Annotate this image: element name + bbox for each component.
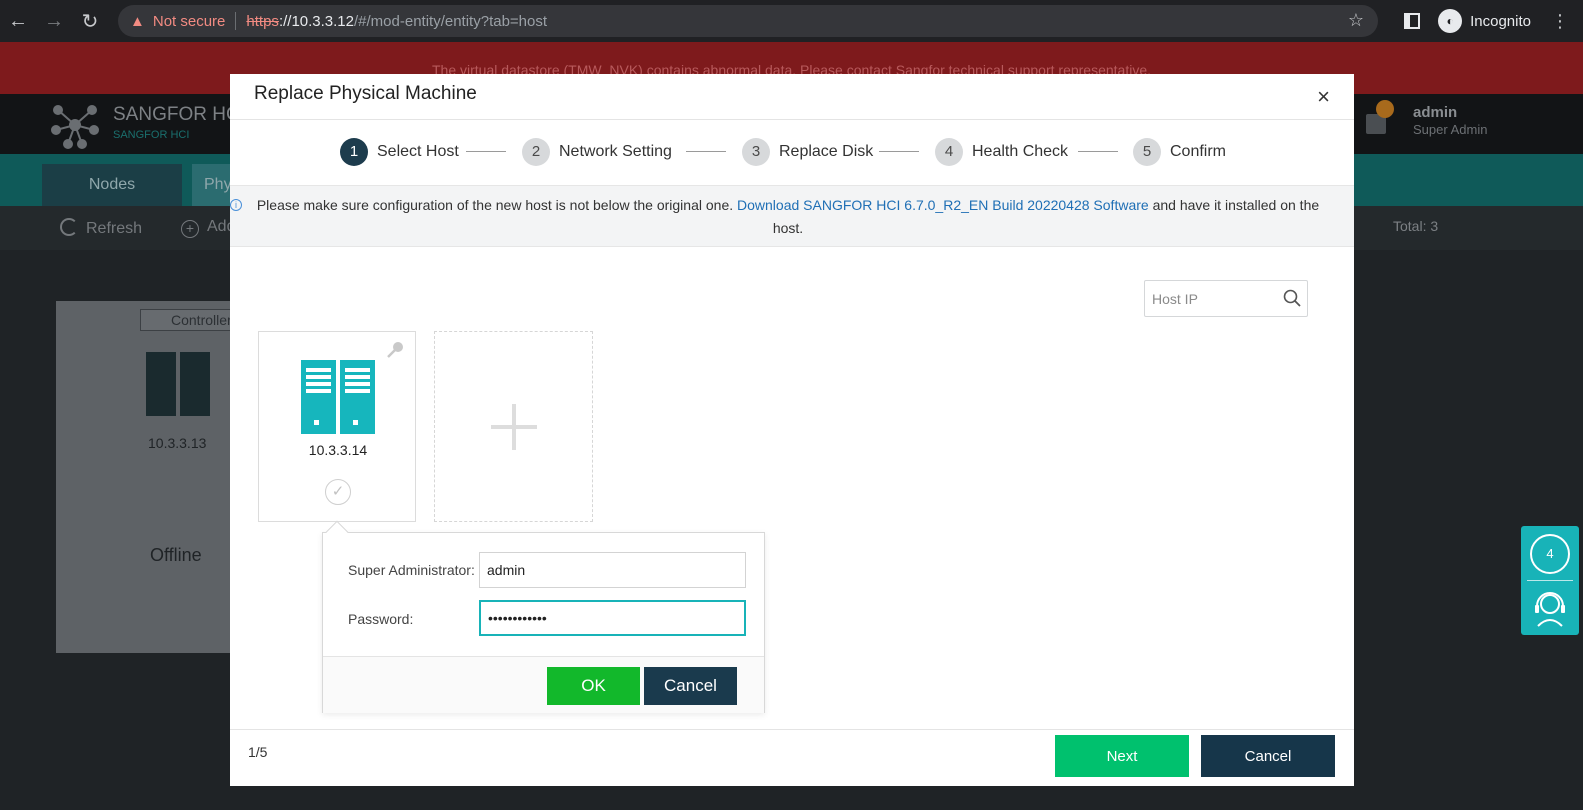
step-confirm: 5 Confirm	[1133, 138, 1226, 166]
address-bar[interactable]: ▲ Not secure https ://10.3.3.12 /#/mod-e…	[118, 5, 1378, 37]
sangfor-logo-icon	[51, 105, 99, 149]
step-label: Select Host	[377, 143, 459, 160]
popover-arrow	[325, 520, 349, 544]
tab-nodes[interactable]: Nodes	[42, 164, 182, 206]
browser-toolbar: ← → ↻ ▲ Not secure https ://10.3.3.12 /#…	[0, 0, 1583, 42]
refresh-icon	[60, 218, 78, 236]
floating-help-widget: 4	[1521, 526, 1579, 635]
security-label[interactable]: Not secure	[153, 13, 226, 30]
brand-subtitle: SANGFOR HCI	[113, 129, 190, 141]
user-name[interactable]: admin	[1413, 104, 1457, 121]
step-connector	[1078, 151, 1118, 152]
step-select-host: 1 Select Host	[340, 138, 459, 166]
node-status: Offline	[150, 545, 202, 565]
host-login-popover: Super Administrator: Password: OK Cancel	[322, 520, 765, 713]
add-icon: +	[181, 220, 199, 238]
node-ip: 10.3.3.13	[148, 435, 207, 451]
server-icon	[301, 360, 375, 434]
divider	[235, 12, 237, 30]
super-admin-label: Super Administrator:	[348, 562, 475, 578]
key-icon	[387, 342, 403, 358]
step-number: 4	[935, 138, 963, 166]
host-ip-search-input[interactable]	[1145, 281, 1275, 316]
step-number: 1	[340, 138, 368, 166]
task-count-badge[interactable]: 4	[1530, 534, 1570, 574]
page-indicator: 1/5	[248, 744, 268, 760]
dialog-footer: 1/5 Next Cancel	[230, 729, 1354, 786]
close-icon[interactable]: ×	[1317, 84, 1330, 110]
brand-name: SANGFOR HC	[113, 104, 240, 125]
support-agent-icon[interactable]	[1530, 588, 1570, 628]
incognito-icon: ◐	[1438, 9, 1463, 33]
step-connector	[686, 151, 726, 152]
step-replace-disk: 3 Replace Disk	[742, 138, 873, 166]
step-connector	[879, 151, 919, 152]
step-number: 5	[1133, 138, 1161, 166]
step-label: Confirm	[1170, 143, 1227, 160]
ok-button[interactable]: OK	[547, 667, 640, 705]
side-panel-icon[interactable]	[1404, 13, 1421, 29]
dialog-title: Replace Physical Machine	[254, 83, 477, 104]
dialog-header: Replace Physical Machine ×	[230, 74, 1354, 120]
user-role: Super Admin	[1413, 122, 1488, 137]
download-software-link[interactable]: Download SANGFOR HCI 6.7.0_R2_EN Build 2…	[737, 197, 1149, 213]
cancel-button[interactable]: Cancel	[1201, 735, 1335, 777]
next-button[interactable]: Next	[1055, 735, 1189, 777]
divider	[1527, 580, 1573, 581]
host-card[interactable]: 10.3.3.14 ✓	[258, 331, 416, 522]
add-host-card[interactable]	[434, 331, 593, 522]
server-icon	[146, 352, 210, 416]
step-label: Replace Disk	[779, 143, 874, 160]
step-number: 2	[522, 138, 550, 166]
back-icon[interactable]: ←	[0, 0, 36, 42]
host-ip-search	[1144, 280, 1308, 317]
browser-menu-icon[interactable]: ⋮	[1551, 11, 1569, 32]
refresh-button[interactable]: Refresh	[60, 218, 142, 238]
info-notice: i Please make sure configuration of the …	[230, 185, 1354, 247]
total-count: Total: 3	[1393, 218, 1439, 234]
controller-tag: Controller	[140, 309, 240, 331]
bookmark-star-icon[interactable]: ☆	[1348, 10, 1364, 31]
step-number: 3	[742, 138, 770, 166]
wizard-steps: 1 Select Host 2 Network Setting 3 Replac…	[230, 121, 1354, 183]
host-ip: 10.3.3.14	[308, 442, 368, 458]
step-connector	[466, 151, 506, 152]
select-check-icon[interactable]: ✓	[325, 479, 351, 505]
search-icon[interactable]	[1283, 289, 1301, 307]
step-label: Network Setting	[559, 143, 672, 160]
notification-dot	[1376, 100, 1394, 118]
step-network-setting: 2 Network Setting	[522, 138, 672, 166]
add-button[interactable]: + Add	[181, 218, 235, 238]
forward-icon[interactable]: →	[36, 0, 72, 42]
profile-label: Incognito	[1470, 12, 1531, 30]
super-admin-input[interactable]	[479, 552, 746, 588]
step-label: Health Check	[972, 143, 1069, 160]
tab-physical[interactable]: Phy	[192, 164, 232, 206]
password-input[interactable]	[479, 600, 746, 636]
plus-icon	[491, 404, 537, 450]
warning-icon: ▲	[130, 12, 145, 30]
info-icon: i	[230, 199, 242, 211]
popover-footer: OK Cancel	[323, 656, 764, 713]
url-path: /#/mod-entity/entity?tab=host	[354, 12, 548, 30]
popover-cancel-button[interactable]: Cancel	[644, 667, 737, 705]
refresh-label: Refresh	[86, 220, 143, 237]
url-scheme: https	[246, 12, 279, 30]
info-text-prefix: Please make sure configuration of the ne…	[256, 197, 738, 213]
step-health-check: 4 Health Check	[935, 138, 1068, 166]
url-host: ://10.3.3.12	[278, 12, 354, 30]
password-label: Password:	[348, 611, 414, 627]
incognito-indicator[interactable]: ◐ Incognito	[1438, 9, 1531, 33]
replace-physical-machine-dialog: Replace Physical Machine × 1 Select Host…	[230, 74, 1354, 786]
reload-icon[interactable]: ↻	[72, 0, 108, 42]
